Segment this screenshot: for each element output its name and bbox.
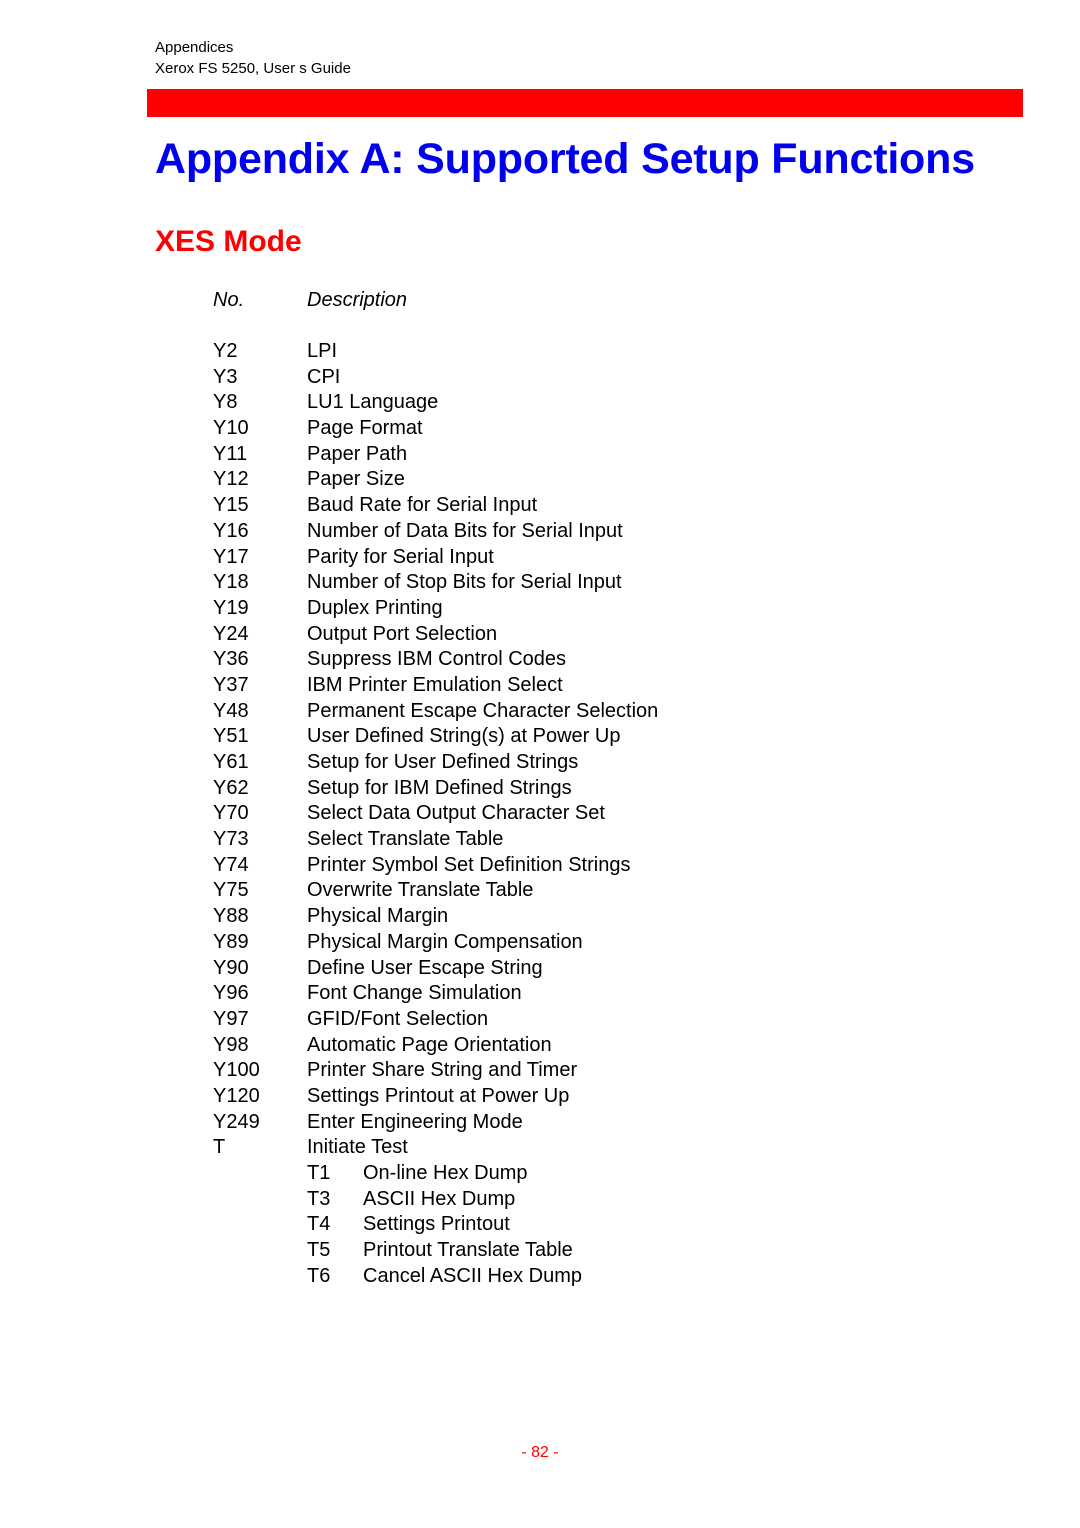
function-code: Y75 bbox=[213, 879, 249, 902]
function-description: GFID/Font Selection bbox=[307, 1007, 489, 1030]
function-description: Number of Stop Bits for Serial Input bbox=[307, 571, 622, 594]
function-description: Define User Escape String bbox=[307, 956, 543, 979]
function-code: Y11 bbox=[213, 442, 248, 465]
function-description: Duplex Printing bbox=[307, 596, 443, 619]
column-header-description: Description bbox=[307, 289, 408, 311]
test-description: Cancel ASCII Hex Dump bbox=[363, 1264, 582, 1287]
function-code: Y48 bbox=[213, 699, 249, 722]
function-description: Paper Size bbox=[307, 468, 405, 491]
function-description: Physical Margin Compensation bbox=[307, 930, 583, 953]
function-code: Y120 bbox=[213, 1084, 260, 1107]
function-code: Y17 bbox=[213, 545, 249, 568]
page-title: Appendix A: Supported Setup Functions bbox=[155, 135, 975, 183]
function-code: Y37 bbox=[213, 673, 249, 696]
function-description: Overwrite Translate Table bbox=[307, 879, 534, 902]
function-code: Y90 bbox=[213, 956, 249, 979]
test-description: Printout Translate Table bbox=[363, 1239, 573, 1262]
function-code: Y15 bbox=[213, 494, 249, 517]
test-code: T3 bbox=[307, 1187, 331, 1210]
section-heading: XES Mode bbox=[155, 225, 302, 258]
function-code: Y51 bbox=[213, 725, 249, 748]
function-description: Setup for IBM Defined Strings bbox=[307, 776, 572, 799]
function-description: Output Port Selection bbox=[307, 622, 498, 645]
function-code: Y98 bbox=[213, 1033, 249, 1056]
function-description: Select Data Output Character Set bbox=[307, 802, 605, 825]
test-code: T4 bbox=[307, 1213, 331, 1236]
function-code: Y19 bbox=[213, 596, 249, 619]
function-description: Suppress IBM Control Codes bbox=[307, 648, 567, 671]
function-description: Permanent Escape Character Selection bbox=[307, 699, 659, 722]
function-description: Printer Share String and Timer bbox=[307, 1059, 578, 1082]
function-code: Y74 bbox=[213, 853, 249, 876]
function-code: Y89 bbox=[213, 930, 249, 953]
function-description: Printer Symbol Set Definition Strings bbox=[307, 853, 631, 876]
function-description: User Defined String(s) at Power Up bbox=[307, 725, 621, 748]
function-description: Parity for Serial Input bbox=[307, 545, 494, 568]
function-description: Page Format bbox=[307, 417, 423, 440]
function-description: LPI bbox=[307, 340, 338, 362]
running-header-guide: Xerox FS 5250, User s Guide bbox=[155, 60, 351, 77]
function-description: Baud Rate for Serial Input bbox=[307, 494, 538, 517]
function-description: IBM Printer Emulation Select bbox=[307, 673, 563, 696]
function-description: CPI bbox=[307, 365, 341, 388]
running-header-section: Appendices bbox=[155, 39, 234, 56]
function-code: T bbox=[213, 1136, 226, 1159]
function-description: Select Translate Table bbox=[307, 828, 504, 851]
function-code: Y16 bbox=[213, 519, 249, 542]
test-description: Settings Printout bbox=[363, 1213, 510, 1236]
function-code: Y100 bbox=[213, 1059, 260, 1082]
function-code: Y73 bbox=[213, 828, 249, 851]
function-code: Y3 bbox=[213, 365, 238, 388]
function-code: Y12 bbox=[213, 468, 249, 491]
test-description: On-line Hex Dump bbox=[363, 1162, 528, 1184]
function-description: Initiate Test bbox=[307, 1136, 408, 1159]
function-code: Y62 bbox=[213, 776, 249, 799]
function-code: Y70 bbox=[213, 802, 249, 825]
function-code: Y249 bbox=[213, 1110, 260, 1133]
column-header-no: No. bbox=[213, 289, 245, 311]
function-code: Y36 bbox=[213, 648, 249, 671]
function-code: Y24 bbox=[213, 622, 249, 645]
function-description: Automatic Page Orientation bbox=[307, 1033, 552, 1056]
function-code: Y61 bbox=[213, 751, 249, 773]
function-description: Paper Path bbox=[307, 442, 408, 465]
function-description: Setup for User Defined Strings bbox=[307, 751, 579, 773]
function-code: Y18 bbox=[213, 571, 249, 594]
header-red-bar bbox=[147, 89, 1023, 117]
function-code: Y2 bbox=[213, 340, 238, 362]
test-code: T1 bbox=[307, 1162, 331, 1184]
function-description: LU1 Language bbox=[307, 391, 439, 414]
page-number: - 82 - bbox=[521, 1444, 559, 1461]
function-description: Enter Engineering Mode bbox=[307, 1110, 523, 1133]
function-code: Y10 bbox=[213, 417, 249, 440]
function-code: Y8 bbox=[213, 391, 238, 414]
function-code: Y88 bbox=[213, 905, 249, 928]
function-code: Y97 bbox=[213, 1007, 249, 1030]
function-description: Font Change Simulation bbox=[307, 982, 522, 1005]
test-code: T5 bbox=[307, 1239, 331, 1262]
function-description: Settings Printout at Power Up bbox=[307, 1084, 570, 1107]
function-description: Number of Data Bits for Serial Input bbox=[307, 519, 623, 542]
test-code: T6 bbox=[307, 1264, 331, 1287]
function-description: Physical Margin bbox=[307, 905, 449, 928]
function-code: Y96 bbox=[213, 982, 249, 1005]
test-description: ASCII Hex Dump bbox=[363, 1187, 516, 1210]
